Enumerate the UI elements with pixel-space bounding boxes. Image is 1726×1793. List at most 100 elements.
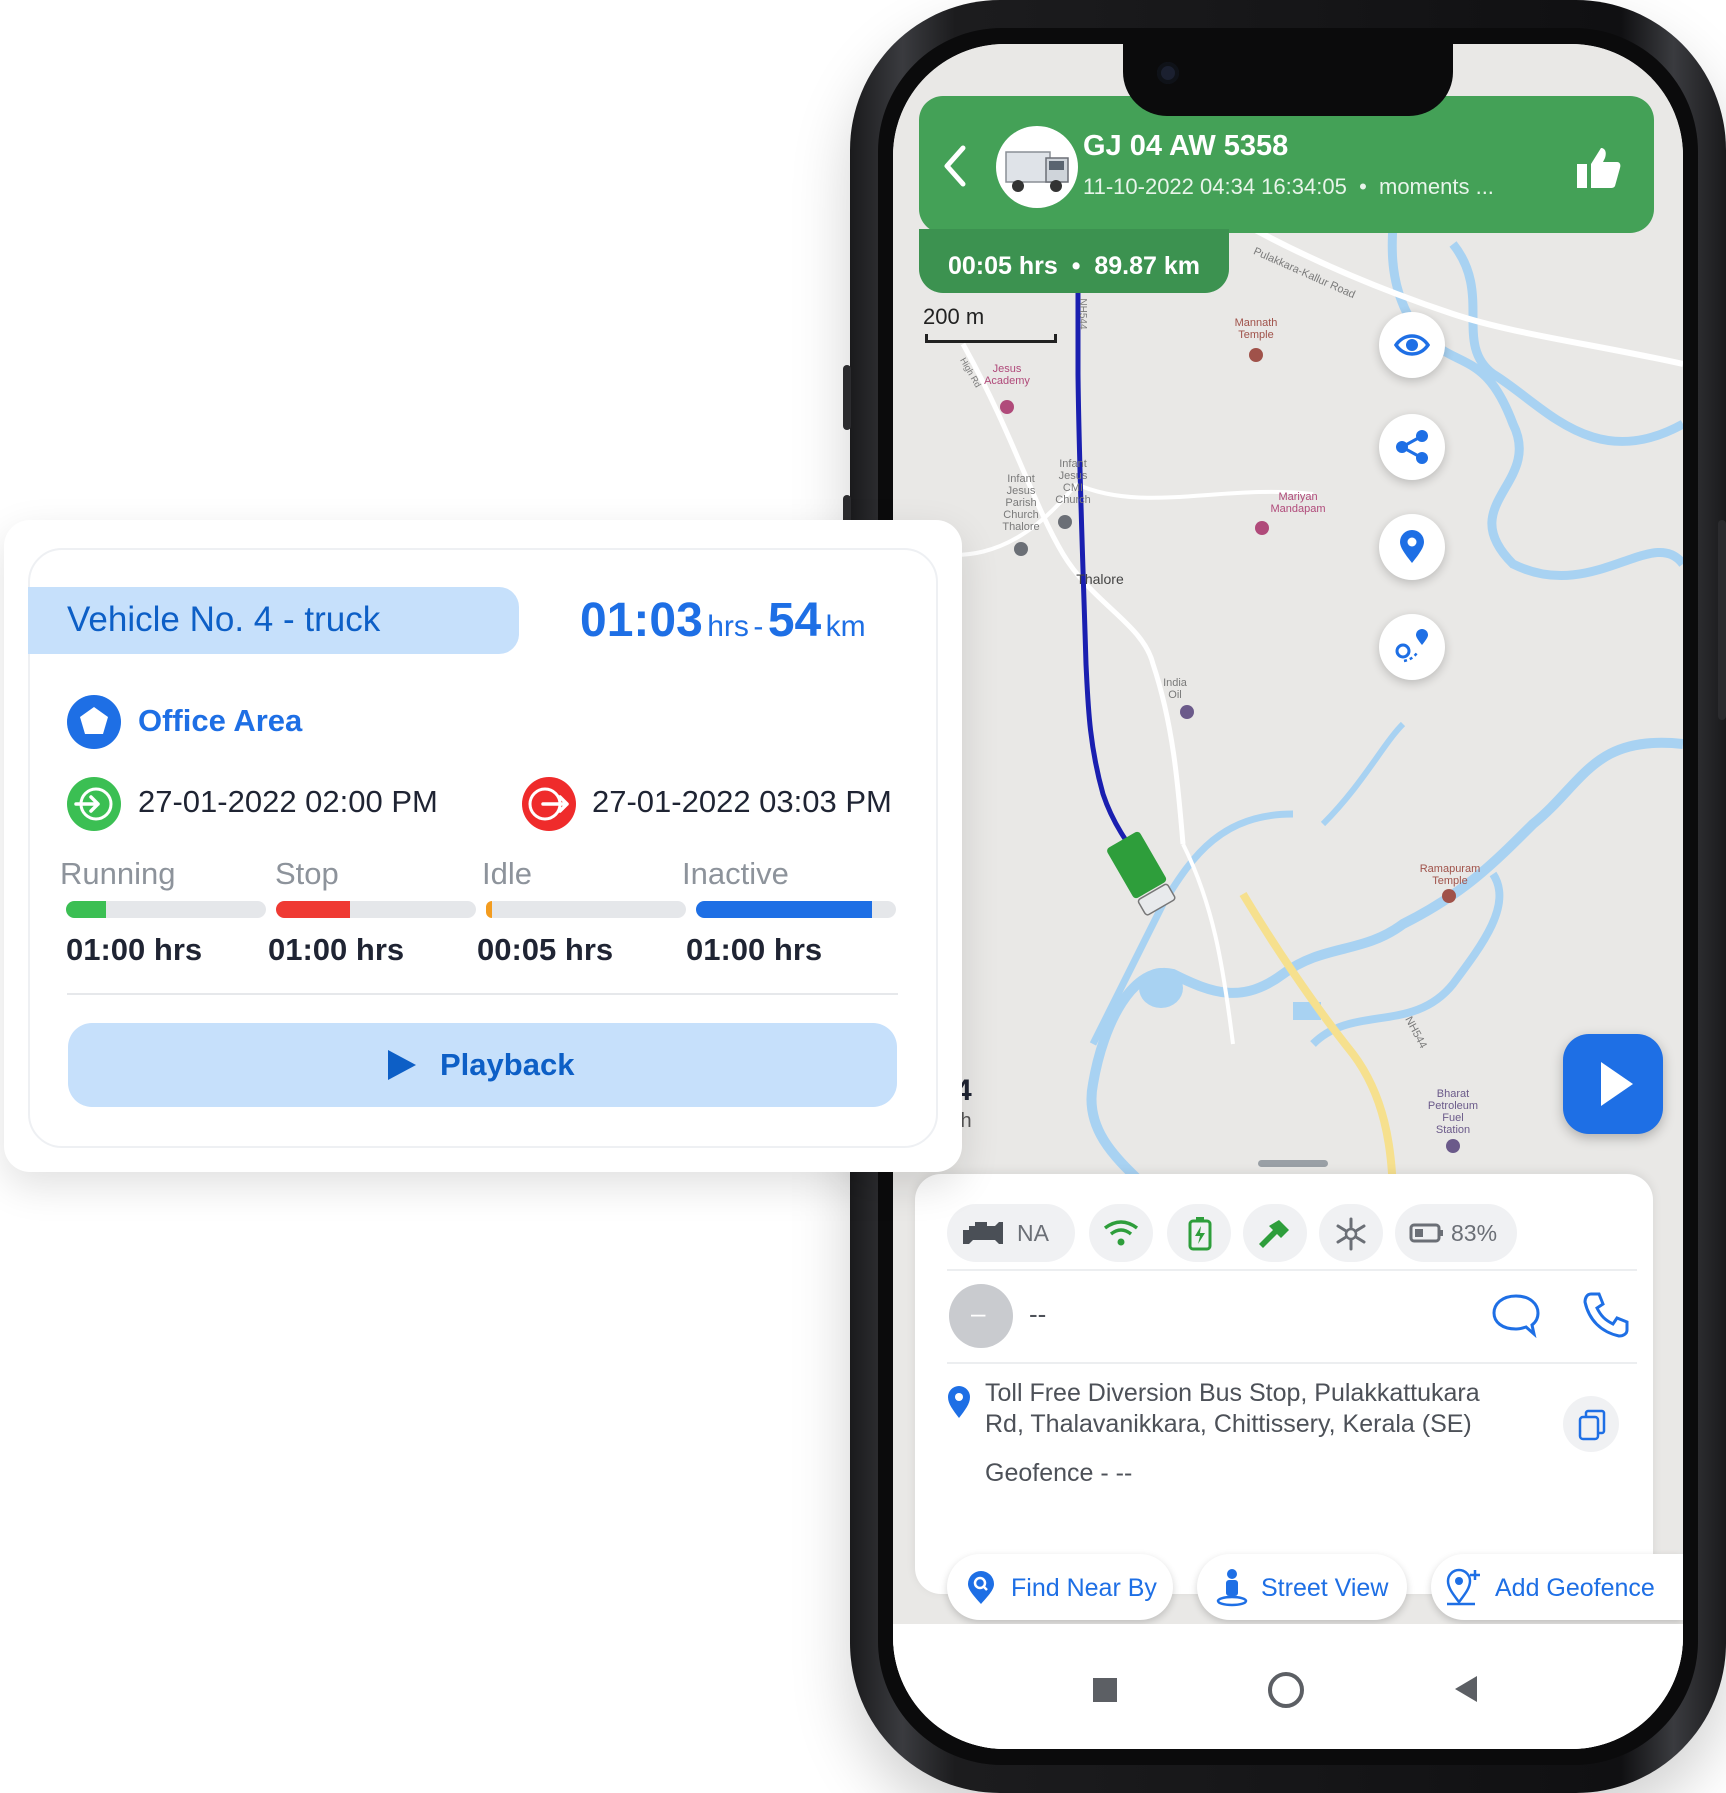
playback-label: Playback	[440, 1047, 575, 1082]
total-distance: 54	[767, 594, 822, 647]
total-duration: 01:03	[580, 594, 703, 647]
key-icon	[1259, 1220, 1289, 1248]
back-icon[interactable]	[1453, 1674, 1479, 1704]
search-pin-icon	[968, 1571, 994, 1604]
svg-text:Jesus: Jesus	[1007, 485, 1036, 497]
totals-separator: -	[753, 610, 764, 643]
sheet-divider	[947, 1269, 1637, 1271]
geofence-polygon-icon	[67, 695, 121, 749]
svg-text:Infant: Infant	[1007, 473, 1035, 485]
stat-inactive-fill	[696, 901, 872, 918]
add-geofence-button[interactable]: Add Geofence	[1431, 1554, 1683, 1620]
svg-text:India: India	[1163, 677, 1188, 689]
svg-text:Academy: Academy	[984, 375, 1030, 387]
wifi-icon	[1103, 1220, 1139, 1246]
sheet-handle[interactable]	[1258, 1160, 1328, 1167]
home-icon[interactable]	[1268, 1672, 1304, 1708]
play-icon	[1601, 1062, 1633, 1106]
find-near-by-button[interactable]: Find Near By	[947, 1554, 1173, 1620]
card-divider	[67, 993, 898, 995]
svg-text:Temple: Temple	[1238, 329, 1273, 341]
svg-text:Mariyan: Mariyan	[1278, 491, 1317, 503]
svg-text:NH544: NH544	[1077, 298, 1088, 330]
engine-chip[interactable]: NA	[947, 1204, 1075, 1262]
phone-screen: Jesus Academy Mannath Temple Infant Jesus CM…	[893, 44, 1683, 1749]
vehicle-avatar	[996, 126, 1078, 208]
engine-icon	[963, 1222, 1003, 1244]
android-nav-bar	[893, 1624, 1683, 1749]
stat-idle-fill	[486, 901, 492, 918]
vehicle-plate: GJ 04 AW 5358	[1083, 130, 1289, 162]
street-view-button[interactable]: Street View	[1197, 1554, 1407, 1620]
address-pin-icon	[948, 1386, 970, 1418]
location-pin-icon	[1400, 530, 1424, 563]
network-chip[interactable]	[1089, 1204, 1153, 1262]
battery-charging-icon	[1188, 1217, 1212, 1251]
thumbs-up-icon[interactable]	[1573, 144, 1623, 190]
svg-text:NH544: NH544	[1402, 1015, 1429, 1051]
stat-inactive-value: 01:00 hrs	[686, 932, 823, 967]
sheet-divider	[947, 1362, 1637, 1364]
recent-apps-icon[interactable]	[1093, 1678, 1117, 1702]
svg-text:Jesus: Jesus	[1059, 470, 1088, 482]
svg-text:Church: Church	[1055, 494, 1090, 506]
map-scale-bar	[925, 334, 1057, 343]
stat-stop-bar	[276, 901, 476, 918]
exit-time: 27-01-2022 03:03 PM	[592, 784, 892, 819]
copy-icon	[1578, 1409, 1606, 1441]
stat-running-fill	[66, 901, 106, 918]
trip-duration: 00:05 hrs	[948, 252, 1058, 280]
timestamp: 11-10-2022 04:34 16:34:05	[1083, 174, 1347, 199]
stat-inactive-bar	[696, 901, 896, 918]
dot-separator: •	[1352, 174, 1379, 199]
svg-text:Mandapam: Mandapam	[1270, 503, 1325, 515]
snowflake-icon	[1336, 1217, 1366, 1251]
ignition-chip[interactable]	[1243, 1204, 1307, 1262]
dot-separator: •	[1064, 252, 1095, 280]
share-icon	[1396, 430, 1428, 464]
svg-text:Petroleum: Petroleum	[1428, 1100, 1478, 1112]
svg-text:Parish: Parish	[1005, 497, 1036, 509]
pegman-icon	[1216, 1569, 1248, 1607]
entry-icon	[67, 777, 121, 831]
svg-text:Station: Station	[1436, 1124, 1470, 1136]
duration-unit: hrs	[707, 610, 749, 643]
find-near-by-label: Find Near By	[1011, 1574, 1157, 1602]
svg-text:Bharat: Bharat	[1437, 1088, 1469, 1100]
stat-idle-bar	[486, 901, 686, 918]
trip-distance: 89.87 km	[1094, 252, 1200, 280]
phone-side-button	[843, 365, 851, 430]
driver-avatar-text: –	[971, 1298, 986, 1328]
battery-charge-chip[interactable]	[1167, 1204, 1231, 1262]
stat-stop-fill	[276, 901, 350, 918]
chat-icon[interactable]	[1490, 1292, 1542, 1338]
svg-text:Mannath: Mannath	[1235, 317, 1278, 329]
location-button[interactable]	[1379, 514, 1445, 580]
truck-icon	[1005, 151, 1069, 192]
geofence-info: Geofence - --	[985, 1459, 1133, 1487]
svg-text:Thalore: Thalore	[1076, 571, 1124, 587]
copy-address-button[interactable]	[1563, 1396, 1619, 1452]
stat-idle-label: Idle	[482, 856, 532, 891]
view-button[interactable]	[1379, 312, 1445, 378]
engine-status: NA	[1017, 1220, 1049, 1246]
front-camera	[1157, 62, 1179, 84]
distance-unit: km	[825, 610, 866, 643]
svg-text:Ramapuram: Ramapuram	[1420, 863, 1481, 875]
svg-text:Fuel: Fuel	[1442, 1112, 1463, 1124]
back-arrow-icon[interactable]	[941, 144, 969, 188]
play-button[interactable]	[1563, 1034, 1663, 1134]
ac-chip[interactable]	[1319, 1204, 1383, 1262]
battery-icon	[1409, 1223, 1443, 1243]
phone-power-button	[1718, 520, 1726, 720]
phone-call-icon[interactable]	[1583, 1290, 1629, 1338]
battery-chip[interactable]: 83%	[1395, 1204, 1517, 1262]
share-button[interactable]	[1379, 414, 1445, 480]
stat-running-label: Running	[60, 856, 176, 891]
entry-time: 27-01-2022 02:00 PM	[138, 784, 438, 819]
vehicle-label: Vehicle No. 4 - truck	[67, 600, 381, 639]
route-button[interactable]	[1379, 614, 1445, 680]
stat-inactive-label: Inactive	[682, 856, 789, 891]
driver-avatar: –	[949, 1284, 1013, 1348]
trip-totals: 01:03 hrs - 54 km	[580, 593, 866, 648]
